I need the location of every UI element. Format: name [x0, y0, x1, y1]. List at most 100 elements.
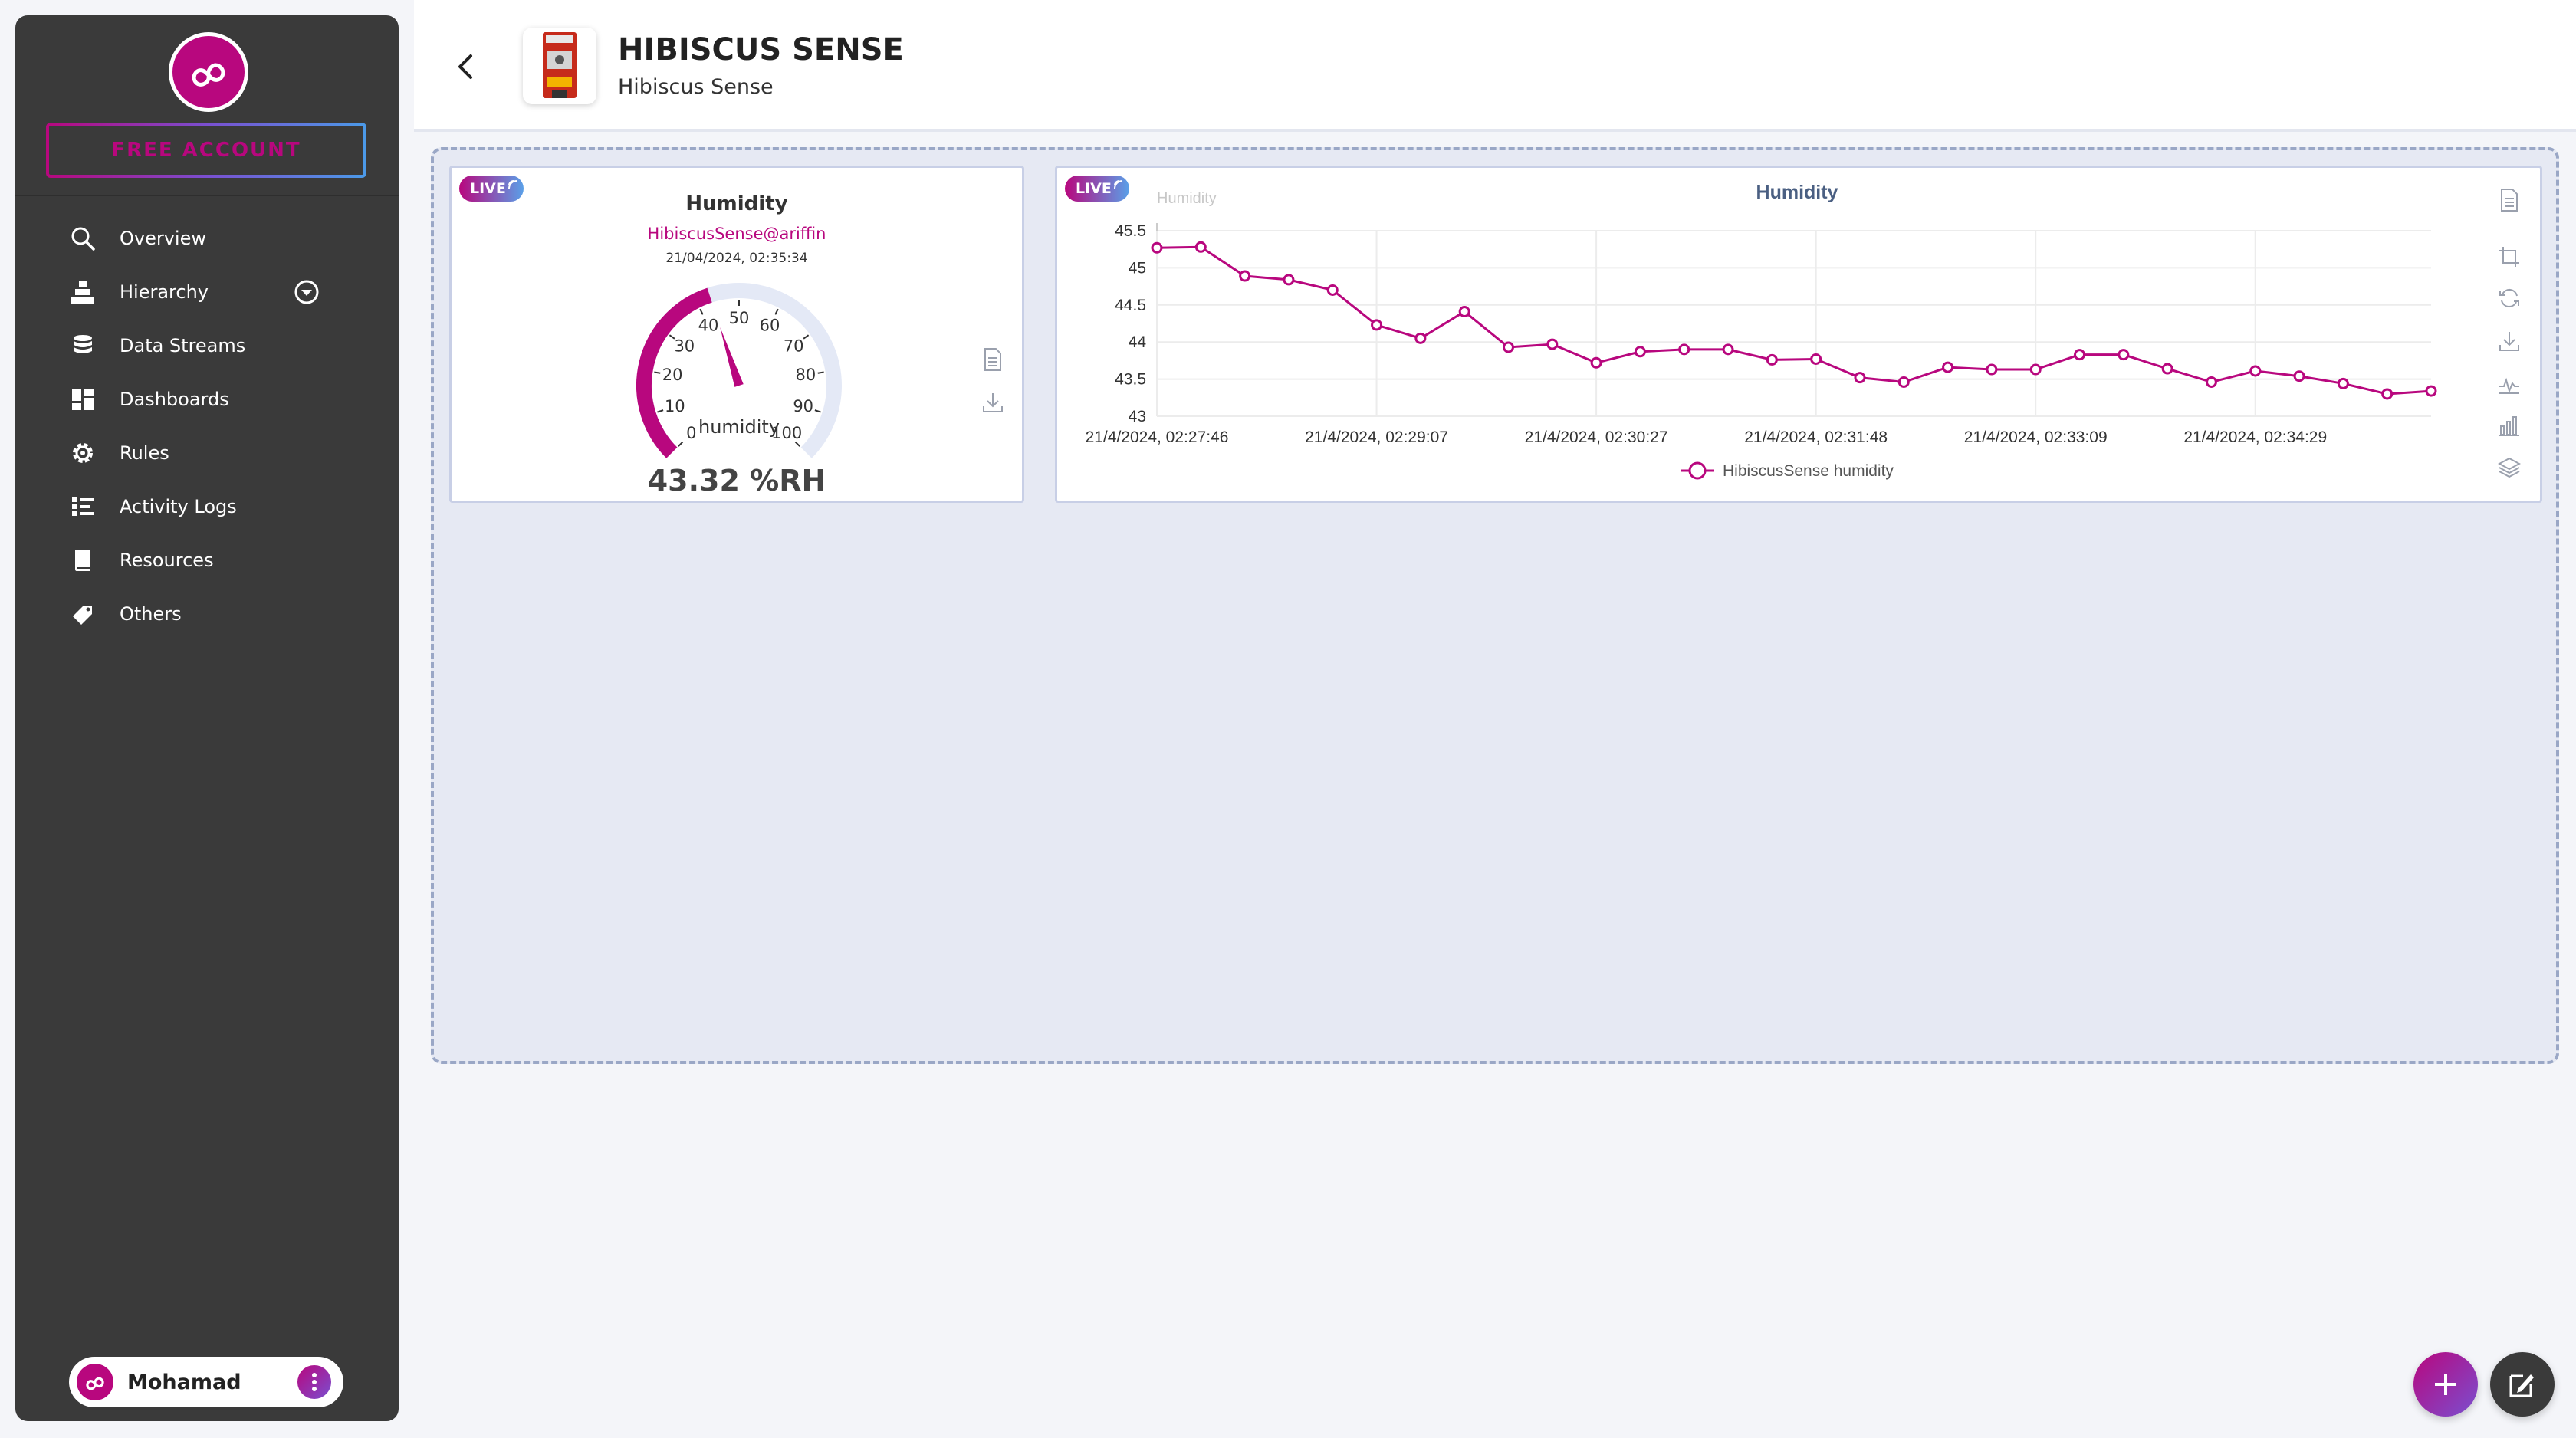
chart-data-point [1942, 361, 1954, 373]
chart-y-tick-label: 43.5 [1115, 371, 1146, 389]
bar-chart-icon[interactable] [2494, 410, 2525, 441]
gauge-widget[interactable]: LIVE Humidity HibiscusSense@ariffin 21/0… [449, 166, 1024, 503]
sidebar-item-data-streams[interactable]: Data Streams [15, 319, 399, 373]
chart-data-point [2118, 349, 2130, 361]
chart-data-point [1678, 343, 1691, 356]
chart-data-point [1634, 346, 1646, 358]
sidebar-item-others[interactable]: Others [15, 587, 399, 641]
sidebar-divider [15, 195, 399, 196]
chart-data-point [1239, 270, 1251, 282]
add-widget-button[interactable] [2413, 1352, 2478, 1417]
sidebar-item-overview[interactable]: Overview [15, 212, 399, 265]
chart-data-point [1458, 306, 1470, 318]
avatar [77, 1364, 113, 1400]
page-title: HIBISCUS SENSE [618, 32, 904, 67]
sidebar-item-hierarchy[interactable]: Hierarchy [15, 265, 399, 319]
chart-data-point [1546, 338, 1559, 350]
chart-legend-marker [1688, 461, 1707, 480]
back-button[interactable] [446, 48, 485, 86]
sidebar-item-label: Others [120, 603, 182, 625]
hierarchy-icon [67, 277, 98, 307]
sidebar-item-label: Rules [120, 442, 169, 464]
chart-data-point [1766, 353, 1778, 366]
refresh-icon[interactable] [2494, 283, 2525, 314]
infinity-logo-icon [86, 1377, 104, 1390]
sidebar: FREE ACCOUNT Overview Hierarchy Data Str… [15, 15, 399, 1421]
sidebar-item-activity-logs[interactable]: Activity Logs [15, 480, 399, 534]
sidebar-item-label: Data Streams [120, 335, 246, 356]
gauge-tick-label: 90 [793, 397, 813, 415]
user-menu-button[interactable] [297, 1365, 331, 1399]
gauge-tick-label: 20 [662, 366, 683, 384]
gauge-tick [657, 409, 664, 413]
chart-x-tick-label: 21/4/2024, 02:27:46 [1086, 428, 1229, 446]
gauge-tick [817, 371, 824, 374]
humidity-line-chart: HumidityHumidityTime45.54544.54443.54321… [1086, 182, 2437, 480]
gauge-tick-label: 70 [784, 337, 804, 355]
document-icon[interactable] [978, 344, 1008, 375]
dashboard-canvas: LIVE Humidity HibiscusSense@ariffin 21/0… [431, 147, 2559, 1064]
chart-data-point [1590, 356, 1602, 369]
chart-y-tick-label: 44.5 [1115, 297, 1146, 314]
chart-data-point [1283, 274, 1295, 286]
user-profile[interactable]: Mohamad [69, 1357, 343, 1407]
chart-y-tick-label: 45.5 [1115, 222, 1146, 240]
chart-data-point [2205, 376, 2217, 388]
document-icon[interactable] [2494, 185, 2525, 215]
gauge-tick-label: 60 [760, 317, 780, 335]
layers-icon[interactable] [2494, 451, 2525, 482]
chart-title: Humidity [1756, 182, 1838, 203]
chart-x-tick-label: 21/4/2024, 02:34:29 [2183, 428, 2327, 446]
chart-data-point [2074, 349, 2086, 361]
database-icon [67, 330, 98, 361]
gauge-timestamp: 21/04/2024, 02:35:34 [665, 251, 808, 266]
chart-data-point [1151, 241, 1163, 254]
device-thumbnail [523, 28, 596, 104]
gauge-tick [794, 441, 800, 447]
chart-data-point [1502, 341, 1514, 353]
chart-x-tick-label: 21/4/2024, 02:31:48 [1744, 428, 1888, 446]
gauge-tick-label: 40 [698, 317, 719, 335]
gauge-tick-label: 30 [674, 337, 695, 355]
chevron-left-icon [458, 54, 472, 79]
gauge-tick-label: 80 [796, 366, 816, 384]
chart-legend-label: HibiscusSense humidity [1723, 462, 1894, 480]
free-account-button[interactable]: FREE ACCOUNT [46, 123, 366, 178]
chart-data-point [1898, 376, 1910, 388]
more-vertical-icon [312, 1373, 317, 1391]
dashboard-icon [67, 384, 98, 415]
gauge-value: 43.32 %RH [647, 464, 826, 497]
sidebar-item-resources[interactable]: Resources [15, 534, 399, 587]
gauge-tick-label: 10 [665, 397, 685, 415]
sidebar-item-dashboards[interactable]: Dashboards [15, 373, 399, 426]
sidebar-item-rules[interactable]: Rules [15, 426, 399, 480]
line-chart-icon[interactable] [2494, 369, 2525, 399]
chart-x-tick-label: 21/4/2024, 02:30:27 [1525, 428, 1668, 446]
edit-icon [2509, 1374, 2534, 1397]
book-icon [67, 545, 98, 576]
chart-data-point [2029, 363, 2042, 376]
chevron-down-icon[interactable] [293, 278, 320, 310]
chart-widget[interactable]: LIVE HumidityHumidityTime45.54544.54443.… [1055, 166, 2542, 503]
gauge-tick [774, 308, 779, 315]
gauge-tick [803, 334, 810, 340]
chart-x-tick-label: 21/4/2024, 02:29:07 [1305, 428, 1448, 446]
download-icon[interactable] [2494, 326, 2525, 356]
chart-y-tick-label: 45 [1129, 259, 1146, 277]
edit-dashboard-button[interactable] [2490, 1352, 2555, 1417]
download-icon[interactable] [978, 387, 1008, 418]
gauge-tick-label: 50 [729, 309, 750, 327]
gauge-tick [678, 441, 684, 447]
list-icon [67, 491, 98, 522]
app-logo[interactable] [169, 32, 248, 112]
sidebar-item-label: Hierarchy [120, 281, 209, 303]
tag-icon [67, 599, 98, 629]
sidebar-item-label: Dashboards [120, 389, 229, 410]
crop-icon[interactable] [2494, 241, 2525, 272]
gear-icon [67, 438, 98, 468]
header-divider [414, 129, 2576, 132]
chart-data-point [2337, 377, 2349, 389]
chart-data-point [1810, 353, 1822, 365]
device-board-icon [543, 32, 577, 98]
chart-data-point [1722, 343, 1734, 356]
